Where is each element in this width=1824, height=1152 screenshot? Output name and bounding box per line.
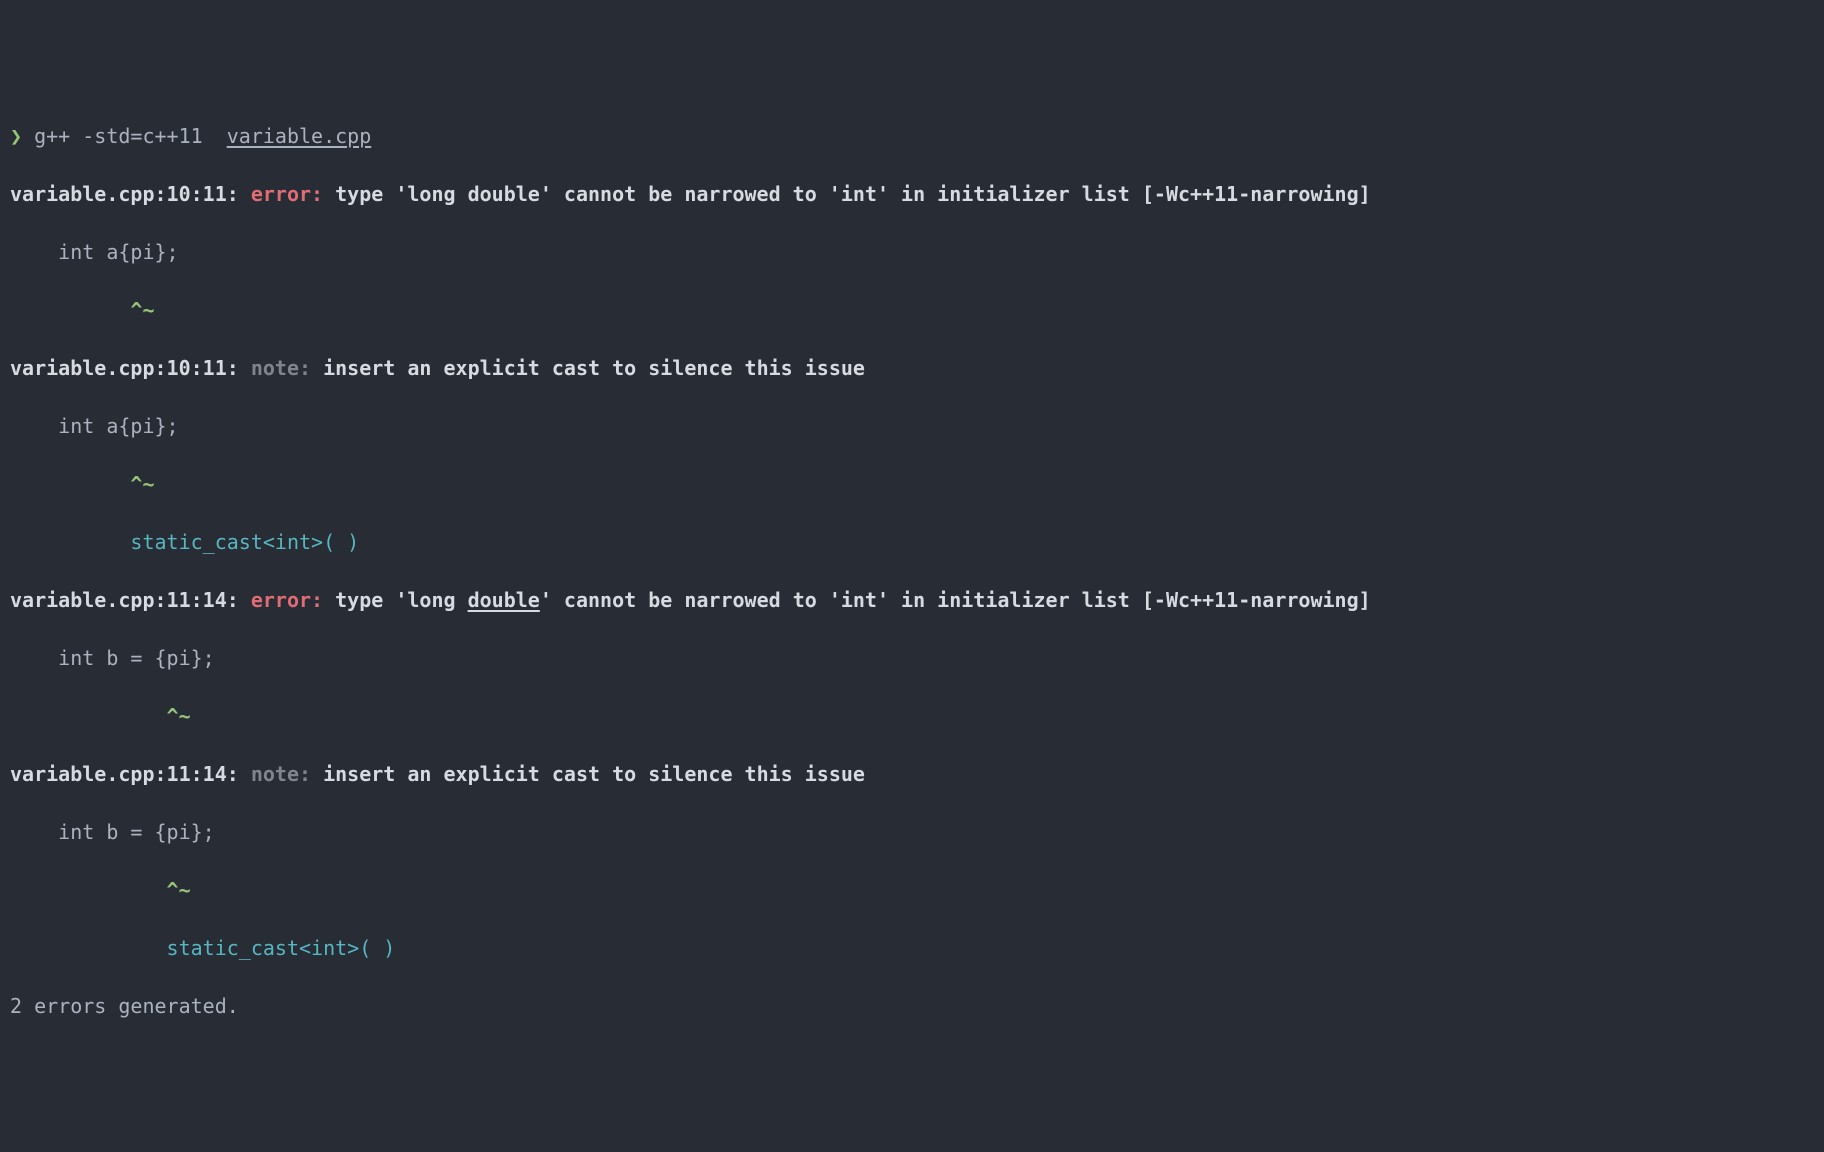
diagnostic-location: variable.cpp:10:11: [10,356,239,380]
diagnostic-severity-error: error: [251,588,323,612]
diagnostic-caret-line: ^~ [10,296,1814,325]
diagnostic-message: insert an explicit cast to silence this … [323,356,865,380]
command-argfile: variable.cpp [227,124,372,148]
diagnostic-header: variable.cpp:10:11: error: type 'long do… [10,180,1814,209]
diagnostic-fixit-line: static_cast<int>( ) [10,528,1814,557]
diagnostic-code-line: int a{pi}; [10,412,1814,441]
diagnostic-code-line: int b = {pi}; [10,818,1814,847]
diagnostic-message: type 'long double' cannot be narrowed to… [335,588,1142,612]
diagnostic-code-line: int a{pi}; [10,238,1814,267]
diagnostic-location: variable.cpp:10:11: [10,182,239,206]
diagnostic-message: insert an explicit cast to silence this … [323,762,865,786]
diagnostic-header: variable.cpp:11:14: error: type 'long do… [10,586,1814,615]
summary-line: 2 errors generated. [10,992,1814,1021]
prompt-symbol: ❯ [10,124,22,148]
diagnostic-severity-note: note: [251,762,311,786]
diagnostic-severity-error: error: [251,182,323,206]
diagnostic-severity-note: note: [251,356,311,380]
diagnostic-message: type 'long double' cannot be narrowed to… [335,182,1142,206]
diagnostic-location: variable.cpp:11:14: [10,588,239,612]
diagnostic-code-line: int b = {pi}; [10,644,1814,673]
diagnostic-header: variable.cpp:11:14: note: insert an expl… [10,760,1814,789]
diagnostic-fixit-line: static_cast<int>( ) [10,934,1814,963]
diagnostic-location: variable.cpp:11:14: [10,762,239,786]
diagnostic-caret-line: ^~ [10,702,1814,731]
diagnostic-header: variable.cpp:10:11: note: insert an expl… [10,354,1814,383]
command-line[interactable]: ❯ g++ -std=c++11 variable.cpp [10,122,1814,151]
command-text: g++ -std=c++11 [34,124,227,148]
diagnostic-warnflag: [-Wc++11-narrowing] [1142,588,1371,612]
diagnostic-caret-line: ^~ [10,470,1814,499]
diagnostic-warnflag: [-Wc++11-narrowing] [1142,182,1371,206]
underlined-word: double [468,588,540,612]
diagnostic-caret-line: ^~ [10,876,1814,905]
